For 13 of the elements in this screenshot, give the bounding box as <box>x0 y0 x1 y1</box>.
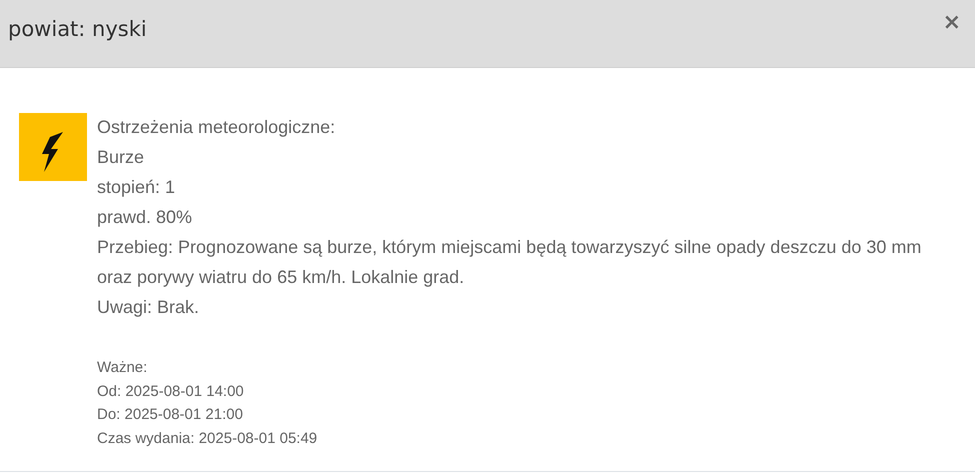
valid-from: Od: 2025-08-01 14:00 <box>97 382 245 402</box>
lightning-icon <box>19 113 87 181</box>
warning-remarks: Uwagi: Brak. <box>97 296 200 319</box>
dialog-title: powiat: nyski <box>8 16 147 43</box>
warning-type: Burze <box>97 146 146 169</box>
warning-probability: prawd. 80% <box>97 206 194 229</box>
issue-time: Czas wydania: 2025-08-01 05:49 <box>97 428 318 448</box>
warning-heading: Ostrzeżenia meteorologiczne: <box>97 116 336 139</box>
validity-label: Ważne: <box>97 358 148 378</box>
valid-to: Do: 2025-08-01 21:00 <box>97 405 244 425</box>
warning-description: Przebieg: Prognozowane są burze, którym miejscami będą towarzyszyć silne opady deszczu do 30 mm oraz porywy wiatru do 65 km/h. Lokalnie grad. <box>97 236 922 289</box>
close-button[interactable]: × <box>938 10 965 36</box>
warning-degree: stopień: 1 <box>97 176 176 199</box>
